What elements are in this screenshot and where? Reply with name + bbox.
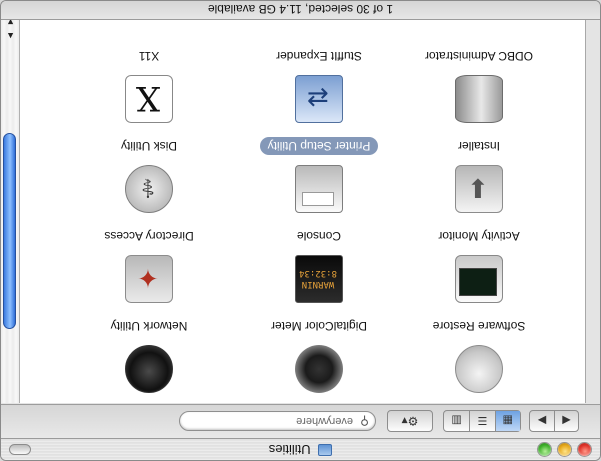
window-title-group: Utilities [1, 442, 600, 457]
software-restore-icon [455, 345, 503, 393]
file-label: StuffIt Expander [276, 49, 362, 63]
search-icon: ⚲ [360, 414, 369, 428]
file-item-digitalcolor-meter[interactable]: DigitalColor Meter [239, 317, 399, 393]
stuffit-glyph: ⇄ [307, 83, 329, 114]
icon-view-button[interactable]: ▦ [494, 411, 520, 431]
toolbar: ◀ ▶ ▦ ☰ ▥ ⚙▾ ⚲ everywhere [1, 404, 600, 438]
console-glyph: WARNIN 8:32:34 [299, 268, 337, 289]
back-arrow-icon: ◀ [562, 414, 571, 427]
compass-glyph: ✦ [137, 263, 159, 294]
icon-view-icon: ▦ [502, 414, 514, 427]
search-scope-text: everywhere [296, 415, 353, 427]
file-label: DigitalColor Meter [270, 319, 368, 333]
window-title: Utilities [268, 442, 311, 457]
file-item-x11[interactable]: X X11 [69, 47, 229, 123]
installer-icon: ⬇ [455, 165, 503, 213]
toolbar-toggle-button[interactable] [9, 444, 31, 455]
directory-access-icon: ✦ [125, 255, 173, 303]
list-view-button[interactable]: ☰ [469, 411, 495, 431]
file-item-network-utility[interactable]: Network Utility [69, 317, 229, 393]
file-label: Directory Access [104, 229, 194, 243]
file-label: Console [296, 229, 342, 243]
search-input[interactable]: ⚲ everywhere [179, 411, 376, 431]
file-label: Installer [457, 139, 501, 153]
stuffit-expander-icon: ⇄ [295, 75, 343, 123]
forward-arrow-icon: ▶ [537, 414, 547, 427]
scroll-thumb[interactable] [3, 133, 16, 329]
printer-paper [302, 192, 334, 206]
file-item-installer[interactable]: ⬇ Installer [399, 137, 559, 213]
vertical-scrollbar[interactable]: ▲ ▼ [0, 8, 20, 403]
stethoscope-glyph: ⚕ [140, 173, 156, 204]
file-label: Network Utility [110, 319, 188, 333]
file-label: Software Restore [432, 319, 526, 333]
window-side-gutter [586, 8, 600, 403]
column-view-icon: ▥ [451, 414, 462, 427]
file-item-software-restore[interactable]: Software Restore [399, 317, 559, 393]
file-item-odbc-administrator[interactable]: ODBC Administrator [399, 47, 559, 123]
digitalcolor-meter-icon [295, 345, 343, 393]
file-item-stuffit-expander[interactable]: ⇄ StuffIt Expander [239, 47, 399, 123]
folder-icon [318, 444, 333, 456]
disk-utility-icon: ⚕ [125, 165, 173, 213]
list-view-icon: ☰ [477, 414, 488, 427]
back-forward-control: ◀ ▶ [529, 410, 579, 432]
action-menu-button[interactable]: ⚙▾ [387, 410, 433, 432]
file-label-selected: Printer Setup Utility [259, 137, 379, 155]
gear-icon: ⚙▾ [401, 414, 419, 428]
status-bar: 1 of 30 selected, 11.4 GB available [1, 0, 600, 20]
finder-window: Utilities ◀ ▶ ▦ ☰ ▥ ⚙▾ ⚲ everywhere Soft… [0, 0, 601, 461]
file-item-directory-access[interactable]: ✦ Directory Access [69, 227, 229, 303]
x11-glyph: X [135, 78, 161, 118]
activity-graph-screen [459, 268, 497, 296]
file-label: X11 [138, 49, 160, 63]
status-text: 1 of 30 selected, 11.4 GB available [207, 2, 394, 16]
view-mode-control: ▦ ☰ ▥ [443, 410, 521, 432]
activity-monitor-icon [455, 255, 503, 303]
file-item-disk-utility[interactable]: ⚕ Disk Utility [69, 137, 229, 213]
file-item-activity-monitor[interactable]: Activity Monitor [399, 227, 559, 303]
scroll-up-arrow-icon[interactable]: ▲ [6, 31, 15, 41]
odbc-administrator-icon [455, 75, 503, 123]
file-label: ODBC Administrator [424, 49, 534, 63]
file-label: Activity Monitor [438, 229, 520, 243]
file-item-printer-setup-utility[interactable]: Printer Setup Utility [239, 137, 399, 213]
network-utility-icon [125, 345, 173, 393]
column-view-button[interactable]: ▥ [444, 411, 469, 431]
installer-arrow-glyph: ⬇ [467, 173, 489, 204]
x11-icon: X [125, 75, 173, 123]
printer-setup-icon [295, 165, 343, 213]
console-icon: WARNIN 8:32:34 [295, 255, 343, 303]
file-label: Disk Utility [121, 139, 177, 153]
back-button[interactable]: ◀ [554, 411, 578, 431]
icon-view-area: Software Restore DigitalColor Meter Netw… [20, 8, 586, 403]
file-item-console[interactable]: WARNIN 8:32:34 Console [239, 227, 399, 303]
forward-button[interactable]: ▶ [530, 411, 554, 431]
title-bar[interactable]: Utilities [1, 438, 600, 460]
